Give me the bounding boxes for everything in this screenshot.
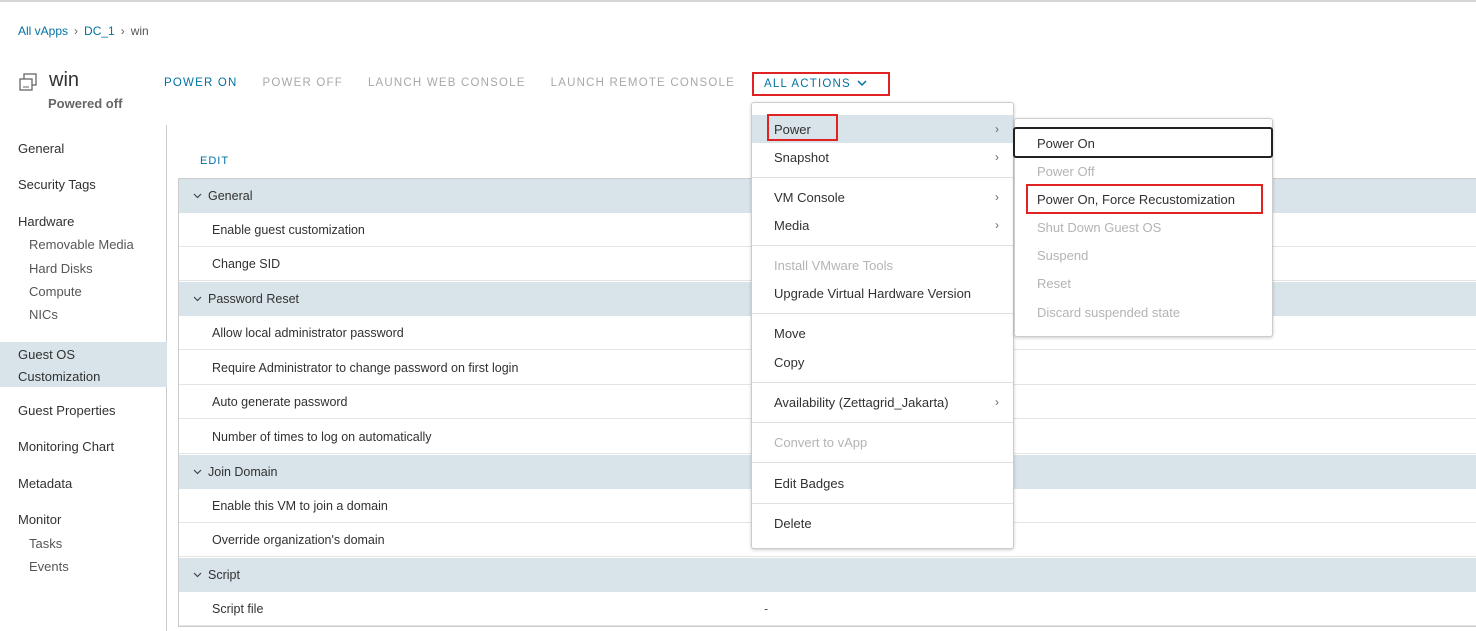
- submenu-item-discard-suspended-state[interactable]: Discard suspended state: [1015, 298, 1272, 326]
- menu-item-label: Media: [774, 217, 810, 233]
- chevron-down-icon: [193, 294, 202, 304]
- chevron-down-icon: [193, 191, 202, 201]
- breadcrumb-current: win: [130, 24, 149, 38]
- row-label: Auto generate password: [212, 394, 348, 409]
- chevron-right-icon: ›: [995, 150, 999, 164]
- sidebar-item-general[interactable]: General: [0, 141, 167, 156]
- menu-item-convert-to-vapp[interactable]: Convert to vApp: [752, 428, 1013, 456]
- submenu-item-shut-down-guest-os[interactable]: Shut Down Guest OS: [1015, 213, 1272, 241]
- menu-item-move[interactable]: Move: [752, 319, 1013, 347]
- breadcrumb-dc1[interactable]: DC_1: [84, 24, 115, 38]
- menu-divider: [752, 422, 1013, 423]
- menu-divider: [752, 382, 1013, 383]
- sidebar-item-hardware[interactable]: Hardware: [0, 214, 167, 229]
- sidebar-item-security-tags[interactable]: Security Tags: [0, 177, 167, 192]
- sidebar-item-monitor[interactable]: Monitor: [0, 512, 167, 527]
- all-actions-button[interactable]: ALL ACTIONS: [752, 72, 890, 96]
- all-actions-label: ALL ACTIONS: [764, 78, 851, 90]
- menu-item-delete[interactable]: Delete: [752, 509, 1013, 537]
- menu-item-media[interactable]: Media ›: [752, 211, 1013, 239]
- row-label: Enable guest customization: [212, 222, 365, 237]
- power-off-button[interactable]: POWER OFF: [263, 77, 343, 89]
- sidebar-item-compute[interactable]: Compute: [0, 284, 167, 299]
- chevron-down-icon: [193, 467, 202, 477]
- sidebar-item-tasks[interactable]: Tasks: [0, 536, 167, 551]
- row-label: Allow local administrator password: [212, 325, 404, 340]
- submenu-item-reset[interactable]: Reset: [1015, 269, 1272, 297]
- sidebar: General Security Tags Hardware Removable…: [0, 125, 167, 631]
- menu-item-copy[interactable]: Copy: [752, 348, 1013, 376]
- menu-item-availability[interactable]: Availability (Zettagrid_Jakarta) ›: [752, 388, 1013, 416]
- menu-item-label: VM Console: [774, 189, 845, 205]
- highlight-box-power: [767, 114, 838, 141]
- row-label: Require Administrator to change password…: [212, 360, 519, 375]
- breadcrumb: All vApps › DC_1 › win: [18, 24, 149, 38]
- sidebar-item-nics[interactable]: NICs: [0, 307, 167, 322]
- menu-item-snapshot[interactable]: Snapshot ›: [752, 143, 1013, 171]
- chevron-down-icon: [857, 79, 867, 90]
- chevron-right-icon: ›: [995, 122, 999, 136]
- chevron-right-icon: ›: [995, 395, 999, 409]
- table-row: Script file -: [179, 592, 1476, 626]
- power-on-button[interactable]: POWER ON: [164, 77, 238, 89]
- breadcrumb-all-vapps[interactable]: All vApps: [18, 24, 68, 38]
- menu-divider: [752, 462, 1013, 463]
- row-label: Script file: [212, 601, 264, 616]
- sidebar-item-guest-properties[interactable]: Guest Properties: [0, 403, 167, 418]
- menu-item-label: Snapshot: [774, 149, 829, 165]
- section-title: General: [208, 189, 253, 203]
- chevron-right-icon: ›: [995, 218, 999, 232]
- launch-web-console-button[interactable]: LAUNCH WEB CONSOLE: [368, 77, 526, 89]
- menu-item-upgrade-hardware[interactable]: Upgrade Virtual Hardware Version: [752, 279, 1013, 307]
- menu-item-vm-console[interactable]: VM Console ›: [752, 183, 1013, 211]
- menu-item-label: Availability (Zettagrid_Jakarta): [774, 394, 949, 410]
- launch-remote-console-button[interactable]: LAUNCH REMOTE CONSOLE: [551, 77, 735, 89]
- chevron-right-icon: ›: [74, 24, 79, 38]
- top-border: [0, 0, 1476, 2]
- row-label: Override organization's domain: [212, 532, 385, 547]
- sidebar-item-metadata[interactable]: Metadata: [0, 476, 167, 491]
- section-title: Password Reset: [208, 292, 300, 306]
- row-label: Number of times to log on automatically: [212, 429, 432, 444]
- vm-status: Powered off: [48, 96, 123, 111]
- menu-item-edit-badges[interactable]: Edit Badges: [752, 469, 1013, 497]
- sidebar-item-events[interactable]: Events: [0, 559, 167, 574]
- row-label: Enable this VM to join a domain: [212, 498, 388, 513]
- submenu-item-power-off[interactable]: Power Off: [1015, 157, 1272, 185]
- sidebar-item-label: Customization: [18, 369, 101, 384]
- vm-name: win: [49, 69, 80, 91]
- row-value: -: [764, 601, 769, 616]
- all-actions-menu: Power › Snapshot › VM Console › Media › …: [751, 102, 1014, 549]
- menu-divider: [752, 503, 1013, 504]
- edit-button[interactable]: EDIT: [200, 155, 229, 167]
- chevron-right-icon: ›: [995, 190, 999, 204]
- sidebar-item-removable-media[interactable]: Removable Media: [0, 237, 167, 252]
- section-title: Script: [208, 568, 240, 582]
- sidebar-item-guest-os-customization[interactable]: Guest OS Customization: [0, 342, 167, 387]
- sidebar-item-hard-disks[interactable]: Hard Disks: [0, 261, 167, 276]
- section-title: Join Domain: [208, 465, 278, 479]
- sidebar-item-monitoring-chart[interactable]: Monitoring Chart: [0, 439, 167, 454]
- section-script[interactable]: Script: [179, 558, 1476, 592]
- menu-divider: [752, 313, 1013, 314]
- highlight-box-force-recustomization: [1026, 184, 1263, 214]
- menu-divider: [752, 245, 1013, 246]
- focus-outline-power-on: [1013, 127, 1273, 158]
- action-bar: POWER ON POWER OFF LAUNCH WEB CONSOLE LA…: [164, 77, 760, 89]
- chevron-down-icon: [193, 570, 202, 580]
- submenu-item-suspend[interactable]: Suspend: [1015, 241, 1272, 269]
- vm-icon: [19, 73, 37, 91]
- menu-divider: [752, 177, 1013, 178]
- row-label: Change SID: [212, 256, 281, 271]
- menu-item-install-vmware-tools[interactable]: Install VMware Tools: [752, 251, 1013, 279]
- sidebar-item-label: Guest OS: [18, 347, 76, 362]
- chevron-right-icon: ›: [120, 24, 125, 38]
